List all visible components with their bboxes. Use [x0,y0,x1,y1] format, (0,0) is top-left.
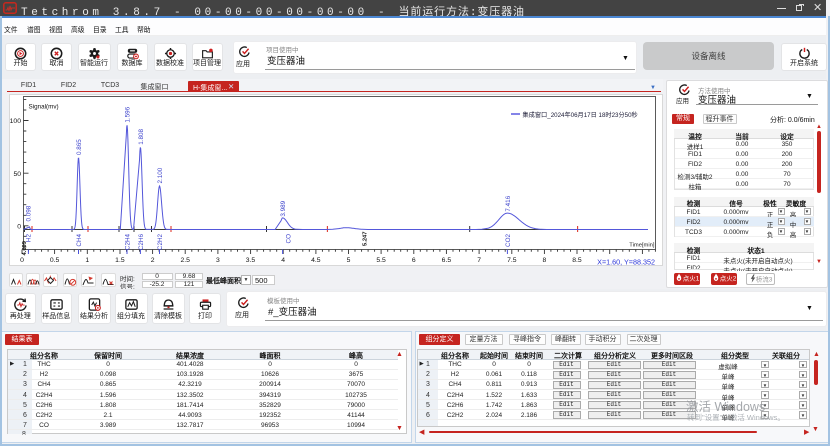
svg-text:1.5: 1.5 [115,257,125,264]
svg-text:1.596: 1.596 [125,106,132,122]
svg-text:4: 4 [281,257,285,264]
svg-text:7: 7 [477,257,481,264]
svg-text:5.247: 5.247 [363,232,369,247]
svg-text:Time[min]: Time[min] [629,243,655,249]
svg-text:H2: H2 [26,234,33,243]
svg-text:3: 3 [216,257,220,264]
svg-text:CO2: CO2 [505,234,512,247]
svg-text:CO: CO [286,234,293,244]
svg-text:1: 1 [85,257,89,264]
svg-text:2.5: 2.5 [180,257,190,264]
svg-text:CH4: CH4 [76,234,83,247]
svg-text:0.865: 0.865 [76,139,83,155]
svg-text:C2H6: C2H6 [138,234,145,251]
svg-text:C2H4: C2H4 [125,234,132,251]
svg-text:3.5: 3.5 [246,257,256,264]
svg-text:50: 50 [13,171,21,178]
svg-text:4.699: 4.699 [22,240,28,255]
svg-text:C2H2: C2H2 [157,234,164,251]
svg-text:X=1.60, Y=88.352: X=1.60, Y=88.352 [597,258,655,267]
svg-text:5.5: 5.5 [376,257,386,264]
svg-text:8: 8 [543,257,547,264]
svg-text:0: 0 [20,257,24,264]
svg-text:2.100: 2.100 [157,167,164,183]
svg-text:Signal(mv): Signal(mv) [29,104,59,111]
svg-text:0.098: 0.098 [26,205,33,221]
svg-text:2: 2 [151,257,155,264]
svg-text:8.5: 8.5 [572,257,582,264]
svg-text:5: 5 [347,257,351,264]
svg-text:3.989: 3.989 [280,200,287,216]
svg-text:7.416: 7.416 [505,195,512,211]
svg-text:0: 0 [17,223,21,230]
svg-text:集成窗口_2024年06月17日 18时23分50秒: 集成窗口_2024年06月17日 18时23分50秒 [523,111,638,119]
svg-text:6: 6 [412,257,416,264]
svg-text:0.5: 0.5 [50,257,60,264]
svg-text:7.5: 7.5 [507,257,517,264]
svg-text:100: 100 [10,118,22,125]
svg-text:4.5: 4.5 [311,257,321,264]
svg-text:6.5: 6.5 [442,257,452,264]
svg-text:1.808: 1.808 [138,128,145,144]
